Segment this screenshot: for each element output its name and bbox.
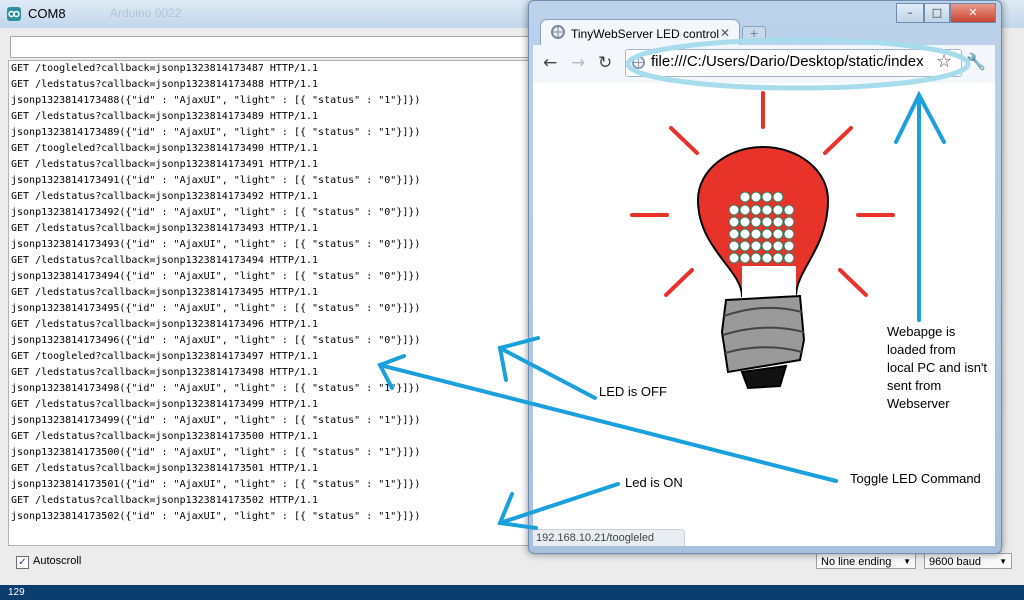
annotation-led-off: LED is OFF	[599, 384, 667, 399]
annotation-toggle-command: Toggle LED Command	[850, 471, 981, 486]
note-line: local PC and isn't	[887, 360, 988, 375]
note-line: loaded from	[887, 342, 956, 357]
note-line: sent from	[887, 378, 942, 393]
arrow-led-on	[498, 482, 620, 525]
annotation-led-on: Led is ON	[625, 475, 683, 490]
note-line: Webapge is	[887, 324, 956, 339]
annotation-arrows	[377, 37, 971, 530]
arrow-led-off	[498, 346, 597, 400]
note-line: Webserver	[887, 396, 950, 411]
url-highlight-ellipse	[625, 37, 971, 91]
annotation-webpage-note: Webapge is loaded from local PC and isn'…	[887, 323, 987, 413]
